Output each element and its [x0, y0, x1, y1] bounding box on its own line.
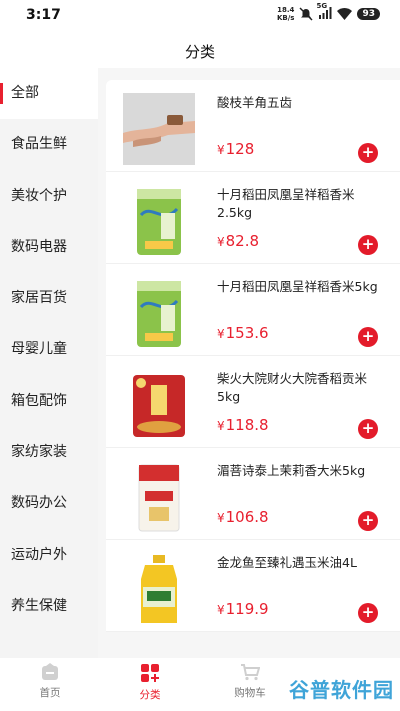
product-item[interactable]: 酸枝羊角五齿 ¥128 + [106, 80, 400, 172]
home-icon [42, 663, 58, 680]
product-image [123, 369, 195, 441]
add-to-cart-button[interactable]: + [358, 235, 378, 255]
product-name: 十月稻田凤凰呈祥稻香米5kg [217, 279, 378, 294]
network-label: 5G [316, 2, 328, 10]
product-price: ¥128 [217, 140, 254, 158]
product-image [123, 277, 195, 349]
product-item[interactable]: 十月稻田凤凰呈祥稻香米5kg ¥153.6 + [106, 264, 400, 356]
product-name: 金龙鱼至臻礼遇玉米油4L [217, 555, 357, 570]
wifi-icon [337, 8, 353, 20]
product-price: ¥153.6 [217, 324, 269, 342]
tab-cart[interactable]: 购物车 [200, 658, 300, 711]
tab-category[interactable]: 分类 [100, 658, 200, 711]
status-icons: 18.4 KB/s 5G 93 [277, 2, 380, 22]
product-name: 柴火大院财火大院香稻贡米5kg [217, 371, 368, 404]
tab-label: 分类 [139, 689, 161, 701]
price-value: 153.6 [225, 324, 269, 342]
add-to-cart-button[interactable]: + [358, 511, 378, 531]
product-price: ¥119.9 [217, 600, 269, 618]
price-value: 118.8 [225, 416, 269, 434]
net-speed-value: 18.4 [277, 6, 295, 14]
net-speed-unit: KB/s [276, 14, 295, 22]
product-name: 十月稻田凤凰呈祥稻香米2.5kg [217, 187, 355, 220]
price-value: 119.9 [225, 600, 269, 618]
tab-home[interactable]: 首页 [0, 658, 100, 711]
product-price: ¥118.8 [217, 416, 269, 434]
product-name: 湄菩诗泰上茉莉香大米5kg [217, 463, 366, 478]
product-item[interactable]: 柴火大院财火大院香稻贡米5kg ¥118.8 + [106, 356, 400, 448]
product-name: 酸枝羊角五齿 [217, 95, 293, 110]
product-image [123, 553, 195, 625]
product-price: ¥106.8 [217, 508, 269, 526]
sidebar-item-home[interactable]: 家居百货 [0, 273, 98, 324]
add-to-cart-button[interactable]: + [358, 419, 378, 439]
signal-icon: 5G [316, 2, 332, 21]
currency-symbol: ¥ [217, 235, 225, 249]
currency-symbol: ¥ [217, 511, 225, 525]
sidebar-item-bags[interactable]: 箱包配饰 [0, 376, 98, 427]
sidebar-item-electronics[interactable]: 数码电器 [0, 222, 98, 273]
status-bar: 3:17 18.4 KB/s 5G 93 [0, 0, 400, 32]
page-title: 分类 [184, 43, 215, 61]
mute-icon [299, 7, 313, 21]
currency-symbol: ¥ [217, 327, 225, 341]
status-time: 3:17 [26, 7, 61, 23]
product-item[interactable]: 金龙鱼至臻礼遇玉米油4L ¥119.9 + [106, 540, 400, 632]
currency-symbol: ¥ [217, 143, 225, 157]
sidebar-item-health[interactable]: 养生保健 [0, 581, 98, 632]
product-image [123, 461, 195, 533]
product-image [123, 185, 195, 257]
product-price: ¥82.8 [217, 232, 259, 250]
currency-symbol: ¥ [217, 419, 225, 433]
add-to-cart-button[interactable]: + [358, 327, 378, 347]
price-value: 106.8 [225, 508, 269, 526]
net-speed: 18.4 KB/s [277, 6, 294, 22]
watermark-logo: 谷普软件园 [289, 678, 394, 702]
currency-symbol: ¥ [217, 603, 225, 617]
page-header: 分类 [0, 32, 400, 72]
product-list: 酸枝羊角五齿 ¥128 + 十月稻田凤凰呈祥稻香米2.5kg ¥82.8 + 十… [106, 80, 400, 632]
sidebar-item-office[interactable]: 数码办公 [0, 478, 98, 529]
product-item[interactable]: 十月稻田凤凰呈祥稻香米2.5kg ¥82.8 + [106, 172, 400, 264]
sidebar-item-food[interactable]: 食品生鲜 [0, 119, 98, 170]
category-icon [141, 664, 159, 682]
cart-icon [241, 664, 260, 681]
product-item[interactable]: 湄菩诗泰上茉莉香大米5kg ¥106.8 + [106, 448, 400, 540]
sidebar-item-beauty[interactable]: 美妆个护 [0, 171, 98, 222]
tab-label: 首页 [39, 687, 61, 699]
sidebar-item-all[interactable]: 全部 [0, 68, 98, 120]
tab-label: 购物车 [234, 687, 266, 699]
product-panel: 酸枝羊角五齿 ¥128 + 十月稻田凤凰呈祥稻香米2.5kg ¥82.8 + 十… [98, 68, 400, 658]
battery-indicator: 93 [357, 8, 380, 20]
price-value: 82.8 [225, 232, 260, 250]
add-to-cart-button[interactable]: + [358, 603, 378, 623]
sidebar-item-outdoor[interactable]: 运动户外 [0, 530, 98, 581]
sidebar-item-textiles[interactable]: 家纺家装 [0, 427, 98, 478]
category-sidebar: 全部 食品生鲜 美妆个护 数码电器 家居百货 母婴儿童 箱包配饰 家纺家装 数码… [0, 68, 98, 658]
price-value: 128 [225, 140, 255, 158]
add-to-cart-button[interactable]: + [358, 143, 378, 163]
product-image [123, 93, 195, 165]
sidebar-item-baby[interactable]: 母婴儿童 [0, 324, 98, 375]
